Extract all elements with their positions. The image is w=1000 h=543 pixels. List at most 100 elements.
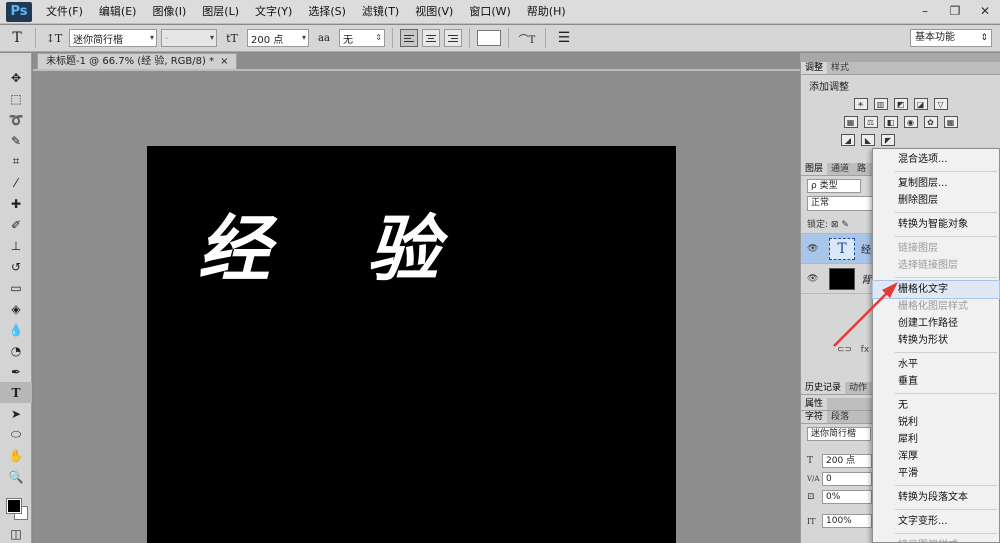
quick-mask-icon[interactable]: ◫ [0,523,32,543]
char-size-field[interactable]: 200 点 [822,454,872,468]
move-tool-icon[interactable]: ✥ [0,67,32,88]
menu-help[interactable]: 帮助(H) [519,0,574,24]
context-menu-item[interactable]: 删除图层 [873,192,999,209]
font-family-select[interactable]: 迷你简行楷 ▾ [69,29,157,47]
char-kerning-field[interactable]: 0 [822,472,872,486]
context-menu-item[interactable]: 转换为段落文本 [873,489,999,506]
menu-image[interactable]: 图像(I) [144,0,194,24]
context-menu-item[interactable]: 混合选项... [873,151,999,168]
close-icon[interactable]: × [220,56,228,67]
marquee-tool-icon[interactable]: ⬚ [0,88,32,109]
text-tool-icon[interactable]: T [6,28,28,48]
align-left-button[interactable] [400,29,418,47]
context-menu-item[interactable]: 复制图层... [873,175,999,192]
tab-character[interactable]: 字符 [801,411,828,423]
blend-mode-select[interactable]: 正常 [807,196,877,211]
tab-properties[interactable]: 属性 [801,398,828,410]
document-tab-title: 未标题-1 @ 66.7% (经 验, RGB/8) * [46,56,215,67]
balance-icon[interactable]: ⚖ [863,116,878,128]
blur-tool-icon[interactable]: 💧 [0,319,32,340]
align-right-button[interactable] [444,29,462,47]
context-menu-item[interactable]: 平滑 [873,465,999,482]
close-button[interactable]: ✕ [970,0,1000,22]
tab-paragraph[interactable]: 段落 [827,411,853,423]
vibrance-icon[interactable]: ▽ [933,98,948,110]
eye-icon[interactable]: 👁 [807,244,821,254]
tab-adjustments[interactable]: 调整 [801,62,828,74]
tab-history[interactable]: 历史记录 [801,382,846,394]
context-menu-item[interactable]: 转换为智能对象 [873,216,999,233]
context-menu-item[interactable]: 犀利 [873,431,999,448]
context-menu-item[interactable]: 无 [873,397,999,414]
path-select-tool-icon[interactable]: ➤ [0,403,32,424]
character-panel-icon[interactable]: ☰ [553,28,575,48]
font-style-select[interactable]: - ▾ [161,29,217,47]
warp-text-icon[interactable]: ⌒T [516,28,538,48]
pen-tool-icon[interactable]: ✒ [0,361,32,382]
restore-button[interactable]: ❐ [940,0,970,22]
type-tool-icon[interactable]: T [0,382,32,403]
hue-icon[interactable]: ▦ [843,116,858,128]
eye-icon[interactable]: 👁 [807,274,821,284]
lasso-tool-icon[interactable]: ➰ [0,109,32,130]
zoom-tool-icon[interactable]: 🔍 [0,466,32,487]
menu-layer[interactable]: 图层(L) [194,0,247,24]
workspace-select[interactable]: 基本功能 ⇕ [910,29,992,47]
tab-paths[interactable]: 路 [853,163,870,175]
char-scale-field[interactable]: 100% [822,514,872,528]
menu-select[interactable]: 选择(S) [300,0,354,24]
exposure-icon[interactable]: ◪ [913,98,928,110]
paint-bucket-tool-icon[interactable]: ◈ [0,298,32,319]
eraser-tool-icon[interactable]: ▭ [0,277,32,298]
menu-edit[interactable]: 编辑(E) [91,0,145,24]
history-brush-tool-icon[interactable]: ↺ [0,256,32,277]
menu-view[interactable]: 视图(V) [407,0,461,24]
tab-layers[interactable]: 图层 [801,163,828,175]
invert-icon[interactable]: ◢ [841,134,855,146]
context-menu-item[interactable]: 垂直 [873,373,999,390]
tab-actions[interactable]: 动作 [845,382,871,394]
context-menu-item[interactable]: 文字变形... [873,513,999,530]
char-tsume-field[interactable]: 0% [822,490,872,504]
hand-tool-icon[interactable]: ✋ [0,445,32,466]
eyedropper-tool-icon[interactable]: ⁄ [0,172,32,193]
context-menu-item[interactable]: 水平 [873,356,999,373]
minimize-button[interactable]: – [910,0,940,22]
stamp-tool-icon[interactable]: ⊥ [0,235,32,256]
layer-filter-select[interactable]: ρ 类型 [807,179,861,193]
antialias-select[interactable]: 无 ⇕ [339,29,385,47]
context-menu-item[interactable]: 锐利 [873,414,999,431]
tab-styles[interactable]: 样式 [827,62,853,74]
levels-icon[interactable]: ▥ [873,98,888,110]
crop-tool-icon[interactable]: ⌗ [0,151,32,172]
lock-pixels-icon[interactable]: ⊠ ✎ [831,220,849,230]
brush-tool-icon[interactable]: ✐ [0,214,32,235]
tab-channels[interactable]: 通道 [827,163,853,175]
color-swatches[interactable] [6,498,29,521]
menu-file[interactable]: 文件(F) [38,0,91,24]
photo-filter-icon[interactable]: ◉ [903,116,918,128]
context-menu-item[interactable]: 浑厚 [873,448,999,465]
brightness-icon[interactable]: ☀ [853,98,868,110]
text-orientation-icon[interactable]: ↕T [43,28,65,48]
healing-brush-tool-icon[interactable]: ✚ [0,193,32,214]
font-size-select[interactable]: 200 点 ▾ [247,29,309,47]
document-tab[interactable]: 未标题-1 @ 66.7% (经 验, RGB/8) * × [37,53,238,69]
posterize-icon[interactable]: ◣ [861,134,875,146]
character-font-select[interactable]: 迷你简行楷 [807,427,871,441]
menu-filter[interactable]: 滤镜(T) [354,0,407,24]
bw-icon[interactable]: ◧ [883,116,898,128]
curves-icon[interactable]: ◩ [893,98,908,110]
menu-window[interactable]: 窗口(W) [461,0,518,24]
text-color-swatch[interactable] [477,30,501,46]
mixer-icon[interactable]: ✿ [923,116,938,128]
options-bar: T ↕T 迷你简行楷 ▾ - ▾ tT 200 点 ▾ aa 无 ⇕ ⌒T ☰ 基本功能… [0,25,1000,52]
lookup-icon[interactable]: ▦ [943,116,958,128]
ellipse-tool-icon[interactable]: ⬭ [0,424,32,445]
menu-type[interactable]: 文字(Y) [247,0,300,24]
dodge-tool-icon[interactable]: ◔ [0,340,32,361]
foreground-color-icon[interactable] [6,498,22,514]
threshold-icon[interactable]: ◤ [881,134,895,146]
align-center-button[interactable] [422,29,440,47]
quick-select-tool-icon[interactable]: ✎ [0,130,32,151]
